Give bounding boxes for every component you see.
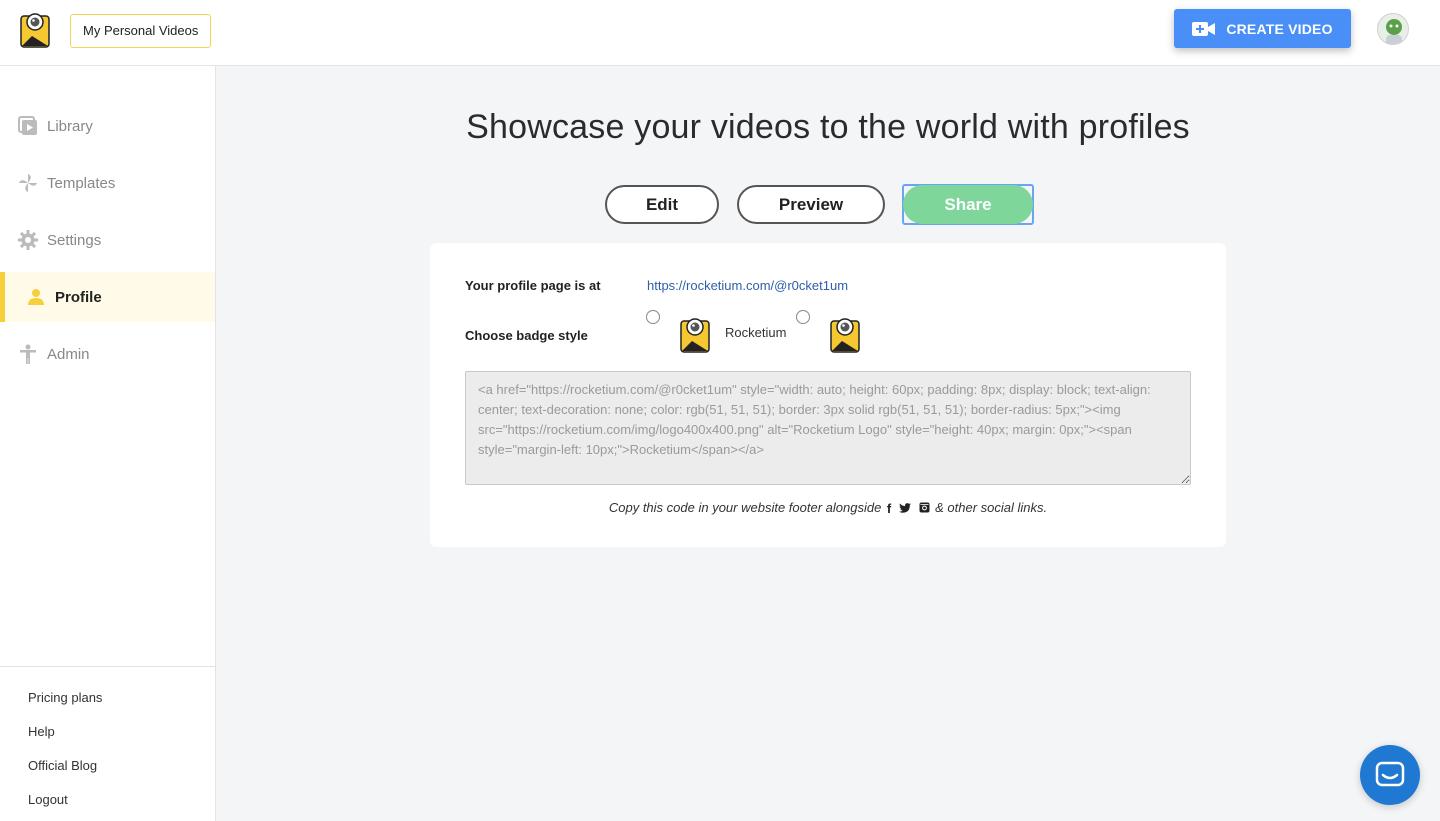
admin-figure-icon	[18, 344, 38, 364]
pricing-plans-link[interactable]: Pricing plans	[28, 690, 102, 705]
video-camera-plus-icon	[1192, 21, 1216, 36]
tab-edit[interactable]: Edit	[605, 185, 719, 224]
workspace-selector[interactable]: My Personal Videos	[70, 14, 212, 48]
sidebar-item-label: Admin	[47, 345, 90, 363]
create-video-label: CREATE VIDEO	[1226, 20, 1333, 37]
sidebar-item-templates[interactable]: Templates	[0, 158, 215, 208]
user-avatar-icon[interactable]	[1377, 13, 1409, 45]
sidebar-item-label: Templates	[47, 174, 116, 192]
person-icon	[26, 287, 46, 307]
sidebar-item-library[interactable]: Library	[0, 101, 215, 151]
copy-code-hint: Copy this code in your website footer al…	[430, 500, 1226, 516]
sidebar-item-profile[interactable]: Profile	[0, 272, 215, 322]
official-blog-link[interactable]: Official Blog	[28, 758, 97, 773]
facebook-icon: f	[886, 501, 892, 516]
instagram-icon	[919, 501, 930, 516]
chat-bubble-icon	[1375, 761, 1405, 787]
page-title: Showcase your videos to the world with p…	[466, 108, 1190, 146]
rocketium-logo-icon	[830, 318, 860, 353]
chat-launcher-button[interactable]	[1360, 745, 1420, 805]
hint-text-before: Copy this code in your website footer al…	[608, 500, 882, 515]
profile-url-link[interactable]: https://rocketium.com/@r0cket1um	[647, 278, 848, 293]
library-icon	[18, 116, 38, 136]
badge-style-radio-2[interactable]	[796, 310, 810, 324]
logout-link[interactable]: Logout	[28, 792, 68, 807]
badge-style-radio-1[interactable]	[646, 310, 660, 324]
sidebar: Library Templates Settings Profile Admin…	[0, 66, 216, 821]
tab-preview[interactable]: Preview	[737, 185, 885, 224]
profile-url-label: Your profile page is at	[465, 278, 601, 293]
embed-code-textarea[interactable]: <a href="https://rocketium.com/@r0cket1u…	[465, 371, 1191, 485]
rocketium-logo-icon	[680, 318, 710, 353]
sidebar-item-label: Profile	[55, 288, 102, 306]
sidebar-item-label: Library	[47, 117, 93, 135]
create-video-button[interactable]: CREATE VIDEO	[1174, 9, 1351, 48]
sidebar-divider	[0, 666, 215, 667]
tab-share[interactable]: Share	[903, 185, 1033, 224]
badge-style-label: Choose badge style	[465, 328, 588, 343]
sidebar-item-admin[interactable]: Admin	[0, 329, 215, 379]
help-link[interactable]: Help	[28, 724, 55, 739]
pinwheel-icon	[18, 173, 38, 193]
top-header: My Personal Videos CREATE VIDEO	[0, 0, 1440, 66]
sidebar-item-label: Settings	[47, 231, 102, 249]
gear-icon	[18, 230, 38, 250]
twitter-icon	[898, 501, 911, 516]
badge-name-text: Rocketium	[725, 325, 787, 340]
sidebar-item-settings[interactable]: Settings	[0, 215, 215, 265]
rocketium-logo-icon[interactable]	[20, 10, 50, 48]
hint-text-after: & other social links.	[935, 500, 1048, 515]
